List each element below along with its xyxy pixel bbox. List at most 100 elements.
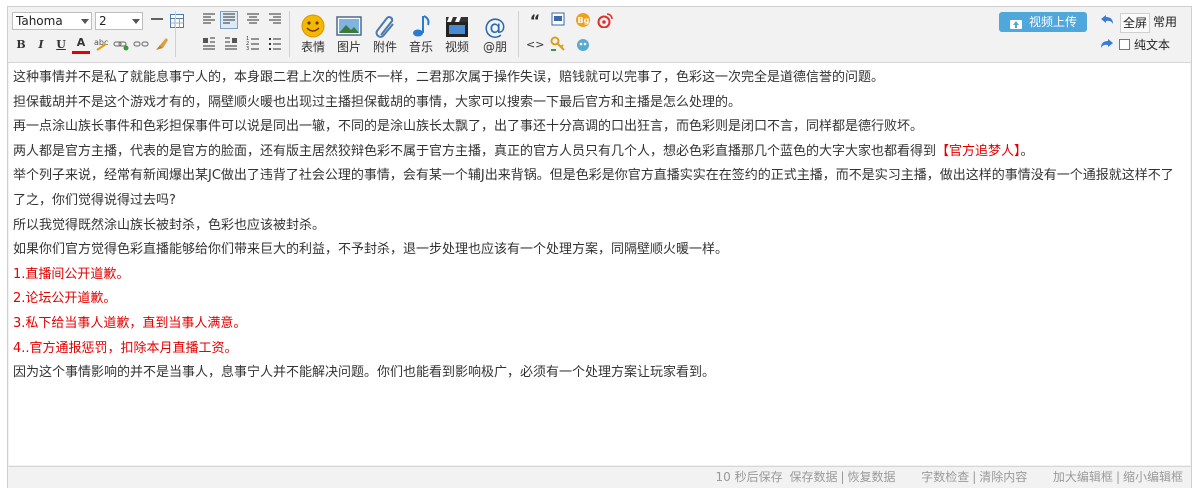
align-center-icon[interactable] [244,12,262,30]
code-button[interactable]: <> [526,36,544,54]
clapperboard-icon [444,13,470,39]
video-button[interactable]: 视频 [440,13,474,54]
clear-content-link[interactable]: 清除内容 [979,470,1027,484]
toolbar-separator [289,11,290,57]
font-family-value: Tahoma [16,14,63,28]
align-right-icon[interactable] [266,12,284,30]
paragraph: 2.论坛公开道歉。 [13,287,1181,312]
video-upload-button[interactable]: 视频上传 [999,12,1087,32]
paragraph: 因为这个事情影响的并不是当事人，息事宁人并不能解决问题。你们也能看到影响极广，必… [13,361,1181,386]
bg-music-icon[interactable]: Bg [574,12,592,30]
unordered-list-icon[interactable] [266,36,284,54]
common-button[interactable]: 常用 [1151,13,1179,31]
horizontal-rule-icon[interactable] [148,12,166,30]
fullscreen-button[interactable]: 全屏 [1120,13,1150,33]
editor-status-bar: 10 秒后保存 保存数据 | 恢复数据 字数检查 | 清除内容 加大编辑框 | 缩小编辑框 [8,466,1191,488]
quote-button[interactable]: “ [526,12,544,30]
attachment-button[interactable]: 附件 [368,13,402,54]
align-left-icon[interactable] [200,12,218,30]
paragraph: 如果你们官方觉得色彩直播能够给你们带来巨大的利益，不予封杀，退一步处理也应该有一… [13,238,1181,263]
save-data-link[interactable]: 保存数据 [789,470,837,484]
emoji-button[interactable]: 表情 [296,13,330,54]
word-count-link[interactable]: 字数检查 [921,470,969,484]
link-icon[interactable] [112,36,130,54]
paragraph-text: 2.论坛公开道歉。 [13,291,117,307]
background-color-icon[interactable]: abc [92,36,110,54]
shrink-editor-link[interactable]: 缩小编辑框 [1123,470,1183,484]
editor-text[interactable]: 这种事情并不是私了就能息事宁人的，本身跟二君上次的性质不一样，二君那次属于操作失… [13,66,1181,386]
paragraph-text: 这种事情并不是私了就能息事宁人的，本身跟二君上次的性质不一样，二君那次属于操作失… [13,70,885,85]
float-left-icon[interactable] [200,36,218,54]
paragraph: 举个列子来说，经常有新闻爆出某JC做出了违背了社会公理的事情，会有某一个辅J出来… [13,164,1181,213]
paragraph-text: 如果你们官方觉得色彩直播能够给你们带来巨大的利益，不予封杀，退一步处理也应该有一… [13,242,729,258]
smiley-icon [300,13,326,39]
paragraph-text: 所以我觉得既然涂山族长被封杀，色彩也应该被封杀。 [13,217,326,233]
plaintext-label: 纯文本 [1134,38,1171,52]
paragraph: 两人都是官方主播，代表的是官方的脸面，还有版主居然狡辩色彩不属于官方主播，真正的… [13,140,1181,165]
image-icon [336,13,362,39]
svg-text:Bg: Bg [578,16,590,25]
undo-icon[interactable] [1098,13,1116,31]
clear-format-icon[interactable] [152,36,170,54]
font-size-select[interactable]: 2 [95,12,143,30]
editor-toolbar: Tahoma 2 B I U A abc 123 表情 图片 附件 音乐 视频 … [8,7,1191,63]
upload-icon [1009,16,1023,29]
editor-content-area[interactable]: 这种事情并不是私了就能息事宁人的，本身跟二君上次的性质不一样，二君那次属于操作失… [9,63,1184,465]
ordered-list-icon[interactable]: 123 [244,36,262,54]
toolbar-separator [175,11,176,57]
paragraph: 再一点涂山族长事件和色彩担保事件可以说是同出一辙，不同的是涂山族长太飘了，出了事… [13,115,1181,140]
underline-button[interactable]: U [52,36,70,54]
paragraph: 所以我觉得既然涂山族长被封杀，色彩也应该被封杀。 [13,214,1181,239]
video-label: 视频 [444,40,469,54]
image-label: 图片 [336,40,361,54]
font-color-button[interactable]: A [72,36,90,54]
redo-icon[interactable] [1098,37,1116,55]
password-key-icon[interactable] [549,36,567,54]
unlink-icon[interactable] [132,36,150,54]
enlarge-editor-link[interactable]: 加大编辑框 [1053,470,1113,484]
toolbar-separator [518,11,519,57]
restore-data-link[interactable]: 恢复数据 [848,470,896,484]
paragraph-text: 担保截胡并不是这个游戏才有的，隔壁顺火暖也出现过主播担保截胡的事情，大家可以搜索… [13,94,742,110]
music-note-icon [408,13,434,39]
music-label: 音乐 [408,40,433,54]
scrollbar[interactable] [1184,63,1190,465]
paragraph-text: 因为这个事情影响的并不是当事人，息事宁人并不能解决问题。你们也能看到影响极广，必… [13,365,716,381]
paragraph: 这种事情并不是私了就能息事宁人的，本身跟二君上次的性质不一样，二君那次属于操作失… [13,66,1181,91]
autosave-countdown: 10 秒后保存 [715,470,783,484]
svg-text:@: @ [484,15,506,39]
at-sign-icon: @ [482,13,508,40]
highlighted-text: 【官方追梦人】 [936,143,1021,159]
paragraph-text: 两人都是官方主播，代表的是官方的脸面，还有版主居然狡辩色彩不属于官方主播，真正的… [13,143,937,159]
attachment-label: 附件 [372,40,397,54]
align-justify-icon[interactable] [220,11,238,29]
mention-button[interactable]: @ @朋 [478,13,512,54]
font-family-select[interactable]: Tahoma [12,12,92,30]
italic-button[interactable]: I [32,36,50,54]
paperclip-icon [372,13,398,39]
paragraph-suffix: 。 [1020,143,1034,159]
paragraph: 担保截胡并不是这个游戏才有的，隔壁顺火暖也出现过主播担保截胡的事情，大家可以搜索… [13,91,1181,116]
paragraph-text: 1.直播间公开道歉。 [13,266,130,282]
table-icon[interactable] [168,12,186,30]
free-text-icon[interactable] [549,12,567,30]
paragraph-text: 举个列子来说，经常有新闻爆出某JC做出了违背了社会公理的事情，会有某一个辅J出来… [13,168,1174,208]
paragraph: 1.直播间公开道歉。 [13,263,1181,288]
float-right-icon[interactable] [222,36,240,54]
font-size-value: 2 [99,14,107,28]
emoji-label: 表情 [300,40,325,54]
bold-button[interactable]: B [12,36,30,54]
paragraph-text: 3.私下给当事人道歉，直到当事人满意。 [13,315,247,331]
video-upload-label: 视频上传 [1029,15,1078,29]
plaintext-checkbox[interactable] [1119,39,1130,50]
paragraph-text: 再一点涂山族长事件和色彩担保事件可以说是同出一辙，不同的是涂山族长太飘了，出了事… [13,119,924,135]
paragraph-text: 4..官方通报惩罚，扣除本月直播工资。 [13,340,238,356]
paragraph: 3.私下给当事人道歉，直到当事人满意。 [13,312,1181,337]
svg-text:abc: abc [94,38,108,47]
hide-content-icon[interactable] [574,36,592,54]
rich-text-editor: Tahoma 2 B I U A abc 123 表情 图片 附件 音乐 视频 … [7,6,1192,488]
weibo-icon[interactable] [596,12,614,30]
image-button[interactable]: 图片 [332,13,366,54]
mention-label: @朋 [482,40,507,54]
music-button[interactable]: 音乐 [404,13,438,54]
